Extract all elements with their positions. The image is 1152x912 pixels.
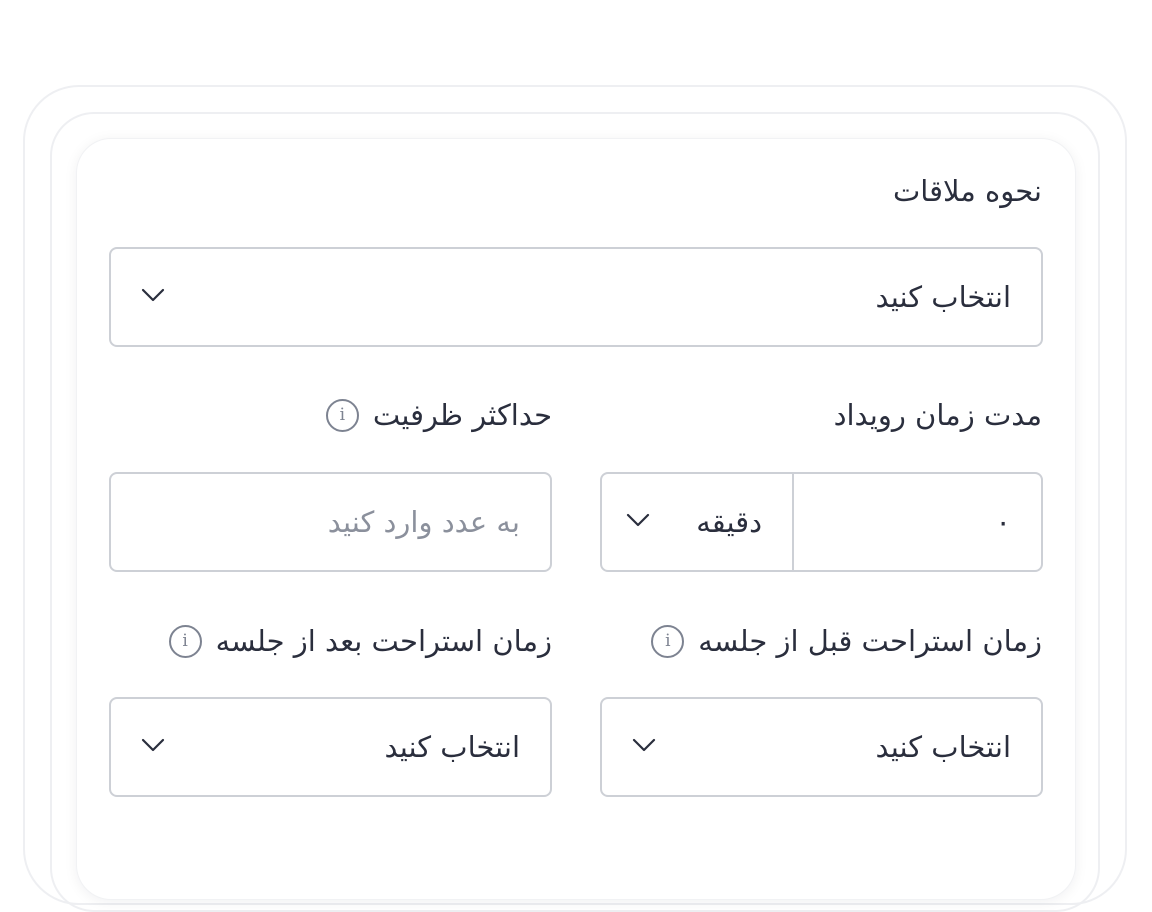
buffer-after-select-value: انتخاب کنید bbox=[384, 730, 520, 764]
chevron-down-icon bbox=[141, 288, 165, 302]
max-capacity-label: حداکثر ظرفیت i bbox=[325, 393, 552, 437]
meeting-type-label-text: نحوه ملاقات bbox=[892, 174, 1042, 208]
meeting-type-select[interactable]: انتخاب کنید bbox=[109, 247, 1043, 347]
info-icon[interactable]: i bbox=[651, 624, 685, 658]
chevron-down-icon bbox=[141, 738, 165, 752]
chevron-down-icon bbox=[632, 738, 656, 752]
buffer-before-select[interactable]: انتخاب کنید bbox=[600, 697, 1043, 797]
duration-unit-select[interactable]: دقیقه bbox=[696, 474, 762, 570]
max-capacity-placeholder: به عدد وارد کنید bbox=[327, 505, 520, 539]
info-icon[interactable]: i bbox=[168, 624, 202, 658]
info-icon[interactable]: i bbox=[325, 398, 359, 432]
buffer-before-select-value: انتخاب کنید bbox=[875, 730, 1011, 764]
event-duration-input[interactable]: ۰ bbox=[995, 474, 1011, 570]
event-duration-label-text: مدت زمان رویداد bbox=[833, 398, 1042, 432]
chevron-down-icon[interactable] bbox=[626, 512, 650, 528]
buffer-after-select[interactable]: انتخاب کنید bbox=[109, 697, 552, 797]
event-duration-field: ۰ دقیقه bbox=[600, 472, 1043, 572]
meeting-type-label: نحوه ملاقات bbox=[893, 169, 1042, 213]
max-capacity-input[interactable]: به عدد وارد کنید bbox=[109, 472, 552, 572]
duration-divider bbox=[792, 474, 794, 570]
buffer-before-label-text: زمان استراحت قبل از جلسه bbox=[698, 624, 1042, 658]
event-duration-label: مدت زمان رویداد bbox=[834, 393, 1042, 437]
max-capacity-label-text: حداکثر ظرفیت bbox=[372, 398, 552, 432]
meeting-type-select-value: انتخاب کنید bbox=[875, 280, 1011, 314]
buffer-before-label: زمان استراحت قبل از جلسه i bbox=[651, 619, 1042, 663]
buffer-after-label-text: زمان استراحت بعد از جلسه bbox=[215, 624, 552, 658]
buffer-after-label: زمان استراحت بعد از جلسه i bbox=[168, 619, 552, 663]
form-card: نحوه ملاقات انتخاب کنید مدت زمان رویداد … bbox=[77, 139, 1075, 899]
